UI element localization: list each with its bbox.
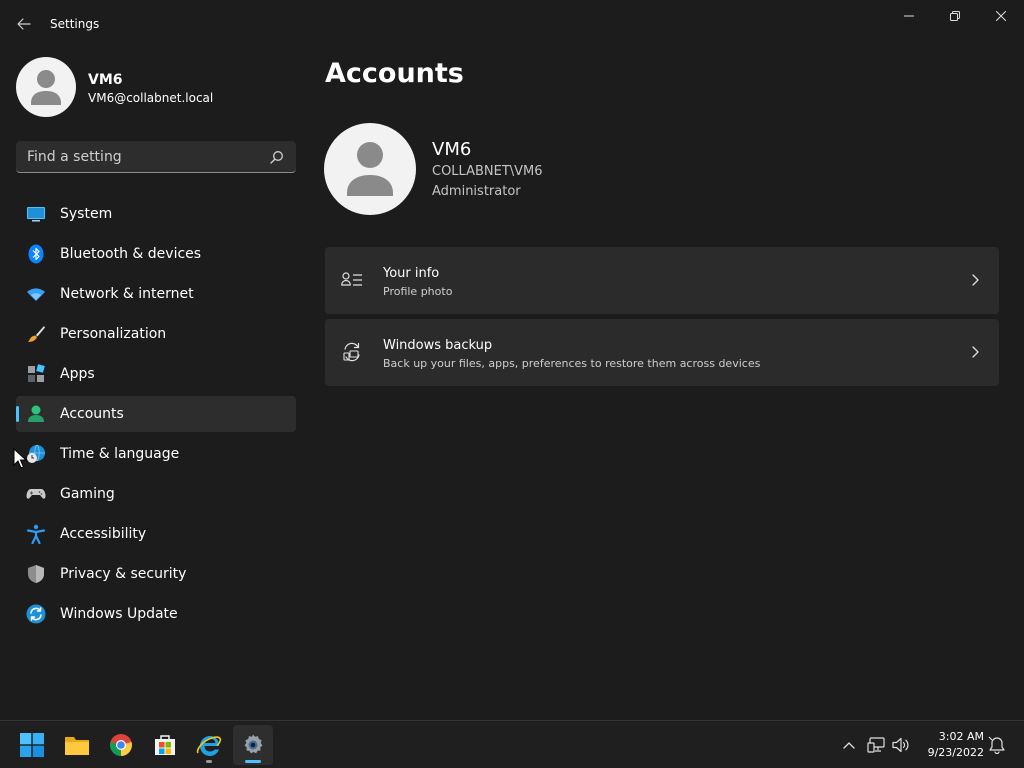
selection-indicator bbox=[16, 406, 19, 422]
your-info-card[interactable]: Your info Profile photo bbox=[325, 247, 999, 314]
search-box[interactable] bbox=[16, 141, 296, 173]
card-subtitle: Back up your files, apps, preferences to… bbox=[383, 357, 761, 370]
windows-backup-card[interactable]: Windows backup Back up your files, apps,… bbox=[325, 319, 999, 386]
taskbar-chrome[interactable] bbox=[101, 725, 141, 765]
sidebar-item-label: Windows Update bbox=[60, 606, 178, 622]
sidebar-item-label: Accessibility bbox=[60, 526, 147, 542]
sidebar-item-label: System bbox=[60, 206, 113, 222]
taskbar-clock[interactable]: 3:02 AM 9/23/2022 bbox=[920, 729, 984, 761]
sidebar-item-accessibility[interactable]: Accessibility bbox=[16, 516, 296, 552]
notification-bell-icon bbox=[988, 736, 1005, 754]
chevron-up-icon bbox=[843, 742, 855, 749]
running-indicator bbox=[206, 760, 212, 763]
shield-icon bbox=[28, 565, 44, 583]
brush-icon bbox=[28, 326, 45, 342]
close-icon bbox=[996, 11, 1006, 21]
settings-window: Settings VM6 VM6@collabnet.local Find a … bbox=[0, 0, 1024, 720]
sidebar-item-gaming[interactable]: Gaming bbox=[16, 476, 296, 512]
profile-name: VM6 bbox=[88, 72, 123, 88]
file-explorer-icon bbox=[65, 737, 89, 755]
taskbar-store[interactable] bbox=[145, 725, 185, 765]
profile-email: VM6@collabnet.local bbox=[88, 91, 214, 105]
volume-tray-button[interactable] bbox=[891, 735, 911, 755]
chevron-right-icon bbox=[972, 274, 979, 286]
network-icon bbox=[867, 737, 885, 753]
sidebar-item-apps[interactable]: Apps bbox=[16, 356, 296, 392]
person-list-icon bbox=[341, 272, 362, 286]
card-title: Windows backup bbox=[383, 338, 493, 353]
account-name: VM6 bbox=[432, 139, 472, 160]
user-avatar-icon bbox=[347, 142, 393, 196]
sidebar-item-label: Time & language bbox=[60, 446, 180, 462]
search-icon bbox=[270, 151, 283, 164]
globe-clock-icon bbox=[27, 444, 45, 463]
sidebar-item-label: Accounts bbox=[60, 406, 124, 422]
accounts-icon bbox=[28, 405, 44, 422]
restore-button[interactable] bbox=[932, 0, 978, 32]
page-title: Accounts bbox=[325, 58, 464, 89]
mouse-cursor-icon bbox=[13, 448, 27, 469]
avatar[interactable] bbox=[324, 123, 416, 215]
sidebar-profile[interactable]: VM6 VM6@collabnet.local bbox=[16, 57, 296, 117]
chrome-icon bbox=[110, 734, 132, 756]
network-tray-button[interactable] bbox=[866, 735, 886, 755]
sidebar-item-privacy-security[interactable]: Privacy & security bbox=[16, 556, 296, 592]
account-summary: VM6 COLLABNET\VM6 Administrator bbox=[324, 123, 924, 215]
avatar bbox=[16, 57, 76, 117]
minimize-icon bbox=[904, 15, 914, 17]
update-icon bbox=[26, 604, 46, 624]
wifi-icon bbox=[27, 288, 45, 301]
internet-explorer-icon bbox=[196, 736, 222, 756]
system-icon bbox=[27, 207, 45, 222]
account-role: Administrator bbox=[432, 184, 521, 199]
sidebar-item-personalization[interactable]: Personalization bbox=[16, 316, 296, 352]
sidebar-item-windows-update[interactable]: Windows Update bbox=[16, 596, 296, 632]
sidebar-item-label: Gaming bbox=[60, 486, 115, 502]
sidebar-item-label: Apps bbox=[60, 366, 95, 382]
speaker-icon bbox=[892, 737, 909, 753]
close-button[interactable] bbox=[978, 0, 1024, 32]
settings-icon bbox=[244, 734, 263, 754]
back-button[interactable] bbox=[10, 10, 38, 38]
chevron-right-icon bbox=[972, 346, 979, 358]
sidebar-item-label: Personalization bbox=[60, 326, 167, 342]
sidebar-item-bluetooth[interactable]: Bluetooth & devices bbox=[16, 236, 296, 272]
clock-date: 9/23/2022 bbox=[927, 746, 984, 759]
bluetooth-icon bbox=[28, 244, 44, 264]
back-arrow-icon bbox=[17, 18, 31, 30]
gamepad-icon bbox=[26, 489, 46, 499]
sidebar-item-system[interactable]: System bbox=[16, 196, 296, 232]
sidebar-item-label: Privacy & security bbox=[60, 566, 187, 582]
sidebar-item-network[interactable]: Network & internet bbox=[16, 276, 296, 312]
taskbar-internet-explorer[interactable] bbox=[189, 725, 229, 765]
sidebar-nav: System Bluetooth & devices Network & int… bbox=[16, 196, 296, 636]
taskbar: 3:02 AM 9/23/2022 bbox=[0, 720, 1024, 768]
sidebar-item-accounts[interactable]: Accounts bbox=[16, 396, 296, 432]
accessibility-icon bbox=[26, 524, 46, 544]
backup-sync-icon bbox=[343, 342, 360, 362]
active-indicator bbox=[245, 760, 261, 763]
taskbar-file-explorer[interactable] bbox=[57, 725, 97, 765]
apps-icon bbox=[28, 364, 45, 382]
sidebar-item-label: Bluetooth & devices bbox=[60, 246, 202, 262]
clock-time: 3:02 AM bbox=[938, 730, 984, 743]
window-title: Settings bbox=[50, 17, 100, 31]
start-icon bbox=[20, 733, 44, 757]
card-subtitle: Profile photo bbox=[383, 285, 453, 298]
account-domain: COLLABNET\VM6 bbox=[432, 164, 543, 179]
card-title: Your info bbox=[383, 266, 440, 281]
taskbar-settings[interactable] bbox=[233, 725, 273, 765]
title-bar: Settings bbox=[0, 0, 1024, 48]
minimize-button[interactable] bbox=[886, 0, 932, 32]
start-button[interactable] bbox=[12, 725, 52, 765]
restore-icon bbox=[950, 11, 960, 21]
sidebar-item-label: Network & internet bbox=[60, 286, 194, 302]
search-input[interactable] bbox=[16, 141, 266, 172]
show-hidden-icons-button[interactable] bbox=[839, 735, 859, 755]
user-avatar-icon bbox=[31, 70, 61, 105]
store-icon bbox=[155, 735, 175, 755]
notifications-button[interactable] bbox=[987, 735, 1007, 755]
sidebar-item-time-language[interactable]: Time & language bbox=[16, 436, 296, 472]
